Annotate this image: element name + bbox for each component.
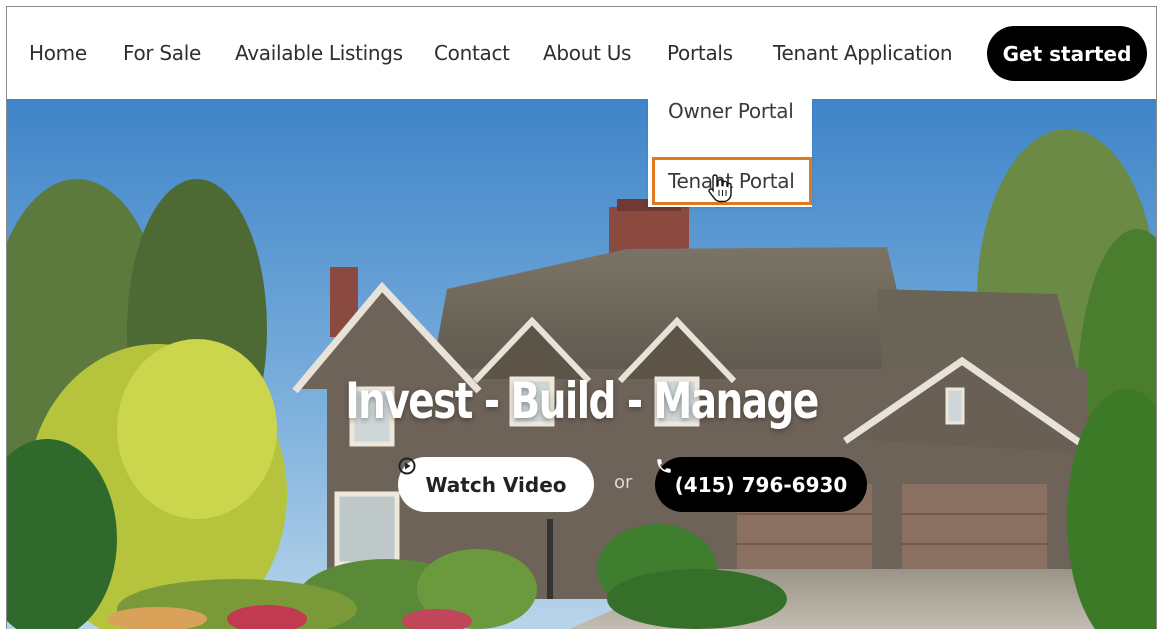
watch-video-button[interactable]: Watch Video: [398, 457, 594, 512]
hero-house-image: [7, 99, 1156, 629]
nav-item-contact[interactable]: Contact: [434, 41, 510, 65]
play-circle-icon: [398, 457, 416, 475]
get-started-button[interactable]: Get started: [987, 26, 1147, 81]
top-navigation: Home For Sale Available Listings Contact…: [7, 7, 1156, 99]
hand-cursor-icon: [708, 174, 732, 203]
phone-icon: [657, 459, 671, 473]
nav-item-about-us[interactable]: About Us: [543, 41, 631, 65]
nav-item-for-sale[interactable]: For Sale: [123, 41, 201, 65]
nav-item-portals[interactable]: Portals: [667, 41, 733, 65]
dropdown-item-owner-portal[interactable]: Owner Portal: [668, 99, 794, 123]
phone-button[interactable]: (415) 796-6930: [655, 457, 867, 512]
watch-video-label: Watch Video: [425, 472, 567, 497]
phone-number-label: (415) 796-6930: [674, 472, 848, 497]
nav-item-home[interactable]: Home: [29, 41, 87, 65]
hero-headline: Invest - Build - Manage: [345, 372, 819, 430]
or-separator: or: [614, 472, 633, 493]
nav-item-tenant-application[interactable]: Tenant Application: [773, 41, 953, 65]
nav-item-available-listings[interactable]: Available Listings: [235, 41, 403, 65]
hero-section: Invest - Build - Manage Watch Video or (…: [7, 99, 1156, 629]
browser-viewport: Home For Sale Available Listings Contact…: [6, 6, 1157, 629]
